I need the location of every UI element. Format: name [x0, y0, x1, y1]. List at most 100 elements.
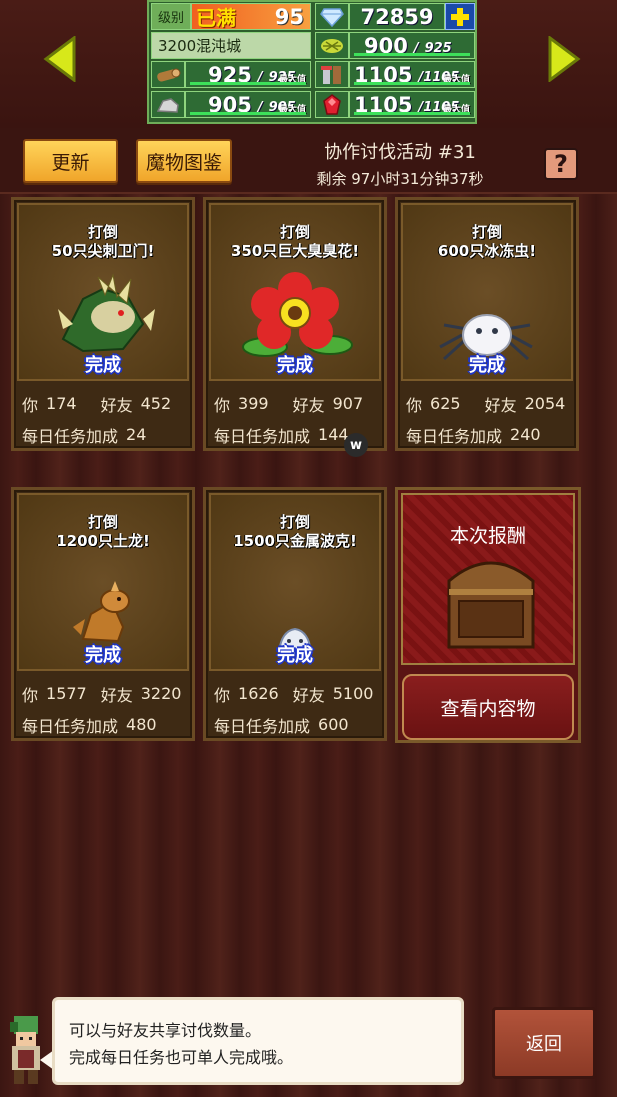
raid-card-4-bonus: 每日任务加成 480	[22, 709, 186, 740]
raid-card-1-you-count: 174	[46, 394, 77, 413]
level-status: 已满 95	[191, 3, 311, 30]
gems-count: 72859	[349, 3, 445, 30]
raid-card-4-defeat: 打倒	[87, 513, 118, 531]
raid-card-2[interactable]: 打倒 350只巨大臭臭花! 完成 你 399 好友 907 每日任务加成 144	[203, 197, 387, 451]
help-icon: ?	[554, 150, 568, 178]
raid-card-1[interactable]: 打倒 50只尖刺卫门! 完成 你 174 好友 452 每日任务加成 24	[11, 197, 195, 451]
reward-card: 本次报酬 查看内容物	[395, 487, 581, 743]
raid-card-2-counts: 你 399 好友 907	[214, 388, 378, 419]
add-gems-icon[interactable]	[445, 3, 475, 30]
raid-card-3-bonus: 每日任务加成 240	[406, 419, 570, 450]
wood-icon	[151, 61, 185, 88]
refresh-button[interactable]: 更新	[23, 139, 118, 183]
spiked-dragon-icon	[58, 273, 155, 353]
ruby-icon	[315, 91, 349, 118]
raid-card-3-banner: 打倒 600只冰冻虫! 完成	[401, 203, 573, 381]
monster-book-button[interactable]: 魔物图鉴	[136, 139, 232, 183]
event-title: 协作讨伐活动 #31	[324, 142, 476, 163]
raid-card-2-friends-count: 907	[332, 394, 364, 413]
raid-card-5-bonus-value: 600	[318, 715, 349, 734]
diamond-icon	[315, 3, 349, 30]
raid-card-2-banner: 打倒 350只巨大臭臭花! 完成	[209, 203, 381, 381]
raid-card-1-counts: 你 174 好友 452	[22, 388, 186, 419]
stone-bar	[190, 112, 306, 115]
raid-card-4[interactable]: 打倒 1200只土龙! 完成 你 1577 好友 3220 每日任务加成 480	[11, 487, 195, 741]
earth-dragon-icon	[73, 581, 130, 643]
raid-card-5-title: 打倒 1500只金属波克!	[211, 513, 379, 551]
wood-counter: 925 / 925 最大值	[185, 61, 311, 88]
raid-card-3-you-count: 625	[430, 394, 461, 413]
level-status-text: 已满	[196, 6, 236, 30]
treasure-chest-icon	[447, 561, 535, 649]
raid-card-5-friends-count: 5100	[332, 684, 374, 703]
raid-card-1-bonus: 每日任务加成 24	[22, 419, 186, 450]
floating-w-badge[interactable]: w	[344, 433, 368, 457]
raid-card-3-bonus-value: 240	[510, 425, 541, 444]
friends-label: 好友	[292, 395, 325, 415]
you-label: 你	[22, 685, 39, 705]
level-label: 级别	[151, 3, 191, 30]
event-remaining-time: 剩余 97小时31分钟37秒	[316, 170, 484, 188]
city-name: 3200混沌城	[151, 32, 311, 59]
city-name-text: 3200混沌城	[158, 37, 242, 55]
raid-card-3-title: 打倒 600只冰冻虫!	[403, 223, 571, 261]
raid-card-5-counts: 你 1626 好友 5100	[214, 678, 378, 709]
tools-bar	[354, 82, 470, 85]
you-label: 你	[214, 395, 231, 415]
tools-icon	[315, 61, 349, 88]
back-button-label: 返回	[526, 1034, 562, 1055]
raid-card-2-you-count: 399	[238, 394, 269, 413]
stone-counter: 905 / 905 最大值	[185, 91, 311, 118]
top-bar: 级别 已满 95 72859 3200混沌城 900 / 925 925 / 9…	[0, 0, 617, 128]
daily-bonus-label: 每日任务加成	[406, 426, 503, 446]
view-contents-label: 查看内容物	[440, 697, 536, 720]
raid-card-3-friends-count: 2054	[524, 394, 566, 413]
raid-card-5[interactable]: 打倒 1500只金属波克! 完成 你 1626 好友 5100 每日任务加成 6…	[203, 487, 387, 741]
raid-card-2-target: 350只巨大臭臭花!	[230, 242, 360, 260]
raid-card-2-title: 打倒 350只巨大臭臭花!	[211, 223, 379, 261]
view-contents-button[interactable]: 查看内容物	[402, 674, 574, 740]
raid-card-1-title: 打倒 50只尖刺卫门!	[19, 223, 187, 261]
you-label: 你	[214, 685, 231, 705]
reward-title: 本次报酬	[449, 525, 526, 547]
raid-card-5-target: 1500只金属波克!	[233, 532, 357, 550]
food-icon	[315, 32, 349, 59]
arrow-right-icon[interactable]	[548, 36, 582, 82]
ruby-bar	[354, 112, 470, 115]
ruby-counter: 1105 / 1105 最大值	[349, 91, 475, 118]
raid-card-3-defeat: 打倒	[471, 223, 502, 241]
reward-banner: 本次报酬	[401, 493, 575, 665]
food-bar	[354, 53, 470, 56]
raid-card-4-target: 1200只土龙!	[56, 532, 150, 550]
monster-book-button-label: 魔物图鉴	[145, 151, 222, 174]
raid-card-5-you-count: 1626	[238, 684, 279, 703]
level-label-text: 级别	[157, 11, 184, 26]
npc-message-bubble: 可以与好友共享讨伐数量。 完成每日任务也可单人完成哦。	[52, 997, 464, 1085]
help-button[interactable]: ?	[544, 148, 578, 180]
raid-card-1-stats: 你 174 好友 452 每日任务加成 24	[22, 388, 186, 450]
raid-card-4-you-count: 1577	[46, 684, 87, 703]
wood-bar	[190, 82, 306, 85]
raid-card-2-defeat: 打倒	[279, 223, 310, 241]
you-label: 你	[406, 395, 423, 415]
raid-card-3[interactable]: 打倒 600只冰冻虫! 完成 你 625 好友 2054 每日任务加成 240	[395, 197, 579, 451]
tools-counter: 1105 / 1105 最大值	[349, 61, 475, 88]
raid-card-4-banner: 打倒 1200只土龙! 完成	[17, 493, 189, 671]
header-row: 更新 魔物图鉴 协作讨伐活动 #31 剩余 97小时31分钟37秒	[0, 128, 617, 194]
arrow-left-icon[interactable]	[42, 36, 76, 82]
raid-card-4-done: 完成	[85, 645, 121, 666]
stone-icon	[151, 91, 185, 118]
npc-message-line-1: 可以与好友共享讨伐数量。	[69, 1021, 262, 1040]
daily-bonus-label: 每日任务加成	[214, 426, 311, 446]
raid-card-1-defeat: 打倒	[87, 223, 118, 241]
level-value: 95	[274, 4, 304, 29]
raid-card-4-stats: 你 1577 好友 3220 每日任务加成 480	[22, 678, 186, 740]
raid-card-3-target: 600只冰冻虫!	[437, 242, 537, 260]
friends-label: 好友	[100, 685, 133, 705]
raid-card-1-target: 50只尖刺卫门!	[51, 242, 155, 260]
friends-label: 好友	[100, 395, 133, 415]
raid-card-4-counts: 你 1577 好友 3220	[22, 678, 186, 709]
back-button[interactable]: 返回	[492, 1007, 596, 1079]
raid-card-4-title: 打倒 1200只土龙!	[19, 513, 187, 551]
food-counter: 900 / 925	[349, 32, 475, 59]
